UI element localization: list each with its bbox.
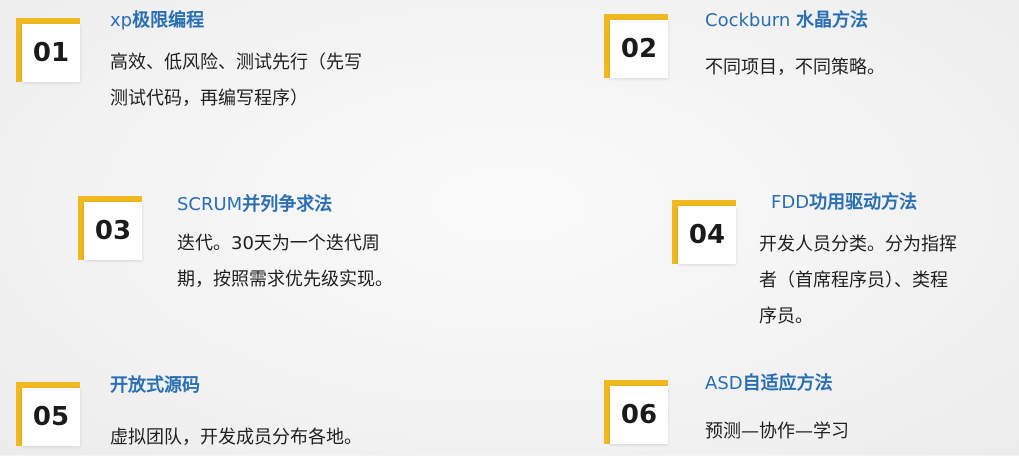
desc-line: 预测—协作—学习 [705, 421, 849, 442]
method-title-04: FDD功用驱动方法 [771, 191, 917, 215]
method-title-latin: FDD [771, 192, 810, 213]
method-title-latin: Cockburn [705, 10, 796, 31]
method-desc-02: 不同项目，不同策略。 [705, 50, 885, 86]
desc-line: 虚拟团队，开发成员分布各地。 [110, 427, 362, 448]
method-title-latin: SCRUM [177, 194, 243, 215]
number-badge-06: 06 [604, 380, 668, 444]
method-desc-03: 迭代。30天为一个迭代周 期，按照需求优先级实现。 [177, 226, 393, 298]
badge-number: 04 [688, 220, 726, 250]
desc-line: 不同项目，不同策略。 [705, 57, 885, 78]
desc-line: 开发人员分类。分为指挥 [759, 234, 957, 255]
badge-number: 01 [32, 38, 70, 68]
desc-line: 测试代码，再编写程序） [110, 88, 308, 109]
badge-number: 06 [620, 400, 658, 430]
method-title-cjk: 并列争求法 [242, 194, 333, 215]
method-title-cjk: 水晶方法 [795, 10, 868, 31]
number-badge-02: 02 [604, 14, 668, 78]
desc-line: 迭代。30天为一个迭代周 [177, 233, 380, 254]
method-desc-05: 虚拟团队，开发成员分布各地。 [110, 420, 362, 456]
method-title-03: SCRUM并列争求法 [177, 193, 332, 217]
desc-line: 期，按照需求优先级实现。 [177, 269, 393, 290]
number-badge-04: 04 [672, 200, 736, 264]
badge-number: 03 [94, 216, 132, 246]
slide-canvas: 01 xp极限编程 高效、低风险、测试先行（先写 测试代码，再编写程序） 02 … [0, 0, 1019, 455]
method-title-cjk: 功用驱动方法 [809, 192, 918, 213]
method-desc-04: 开发人员分类。分为指挥 者（首席程序员）、类程 序员。 [759, 227, 957, 335]
method-title-cjk: 自适应方法 [742, 373, 833, 394]
method-title-latin: ASD [705, 373, 743, 394]
number-badge-01: 01 [16, 18, 80, 82]
method-title-01: xp极限编程 [110, 9, 204, 33]
method-desc-01: 高效、低风险、测试先行（先写 测试代码，再编写程序） [110, 45, 362, 117]
desc-line: 高效、低风险、测试先行（先写 [110, 52, 362, 73]
number-badge-03: 03 [78, 196, 142, 260]
desc-line: 序员。 [759, 306, 813, 327]
method-title-latin: xp [110, 10, 133, 31]
badge-number: 05 [32, 402, 70, 432]
method-title-02: Cockburn 水晶方法 [705, 9, 868, 33]
number-badge-05: 05 [16, 382, 80, 446]
desc-line: 者（首席程序员）、类程 [759, 270, 948, 291]
method-title-cjk: 极限编程 [132, 10, 205, 31]
badge-number: 02 [620, 34, 658, 64]
method-title-cjk: 开放式源码 [110, 375, 200, 396]
method-title-06: ASD自适应方法 [705, 372, 833, 396]
method-title-05: 开放式源码 [110, 374, 200, 398]
method-desc-06: 预测—协作—学习 [705, 414, 849, 450]
